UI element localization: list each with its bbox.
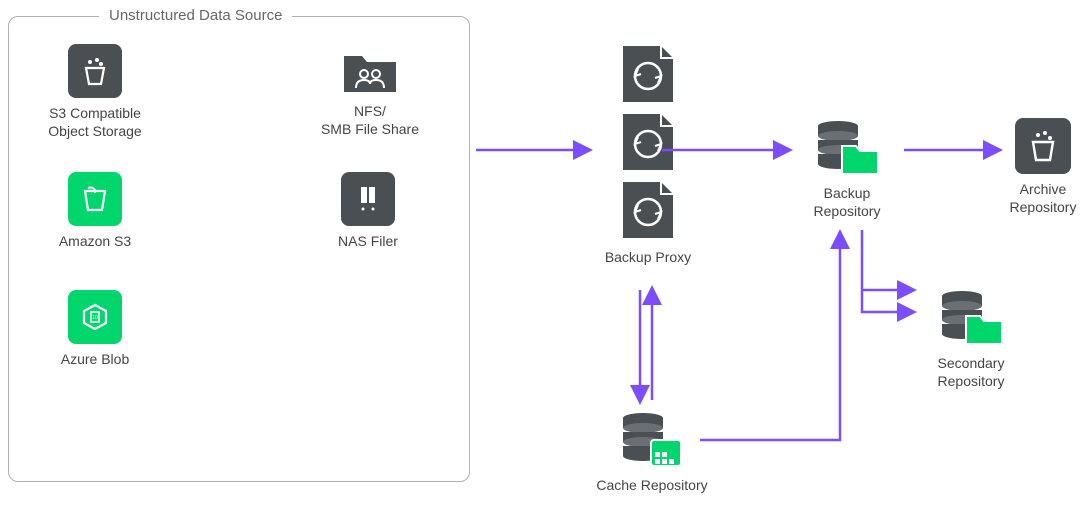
cacherepo-label: Cache Repository: [596, 476, 707, 494]
azure-blob-icon: 10: [68, 290, 122, 344]
node-archive-repository: Archive Repository: [998, 118, 1088, 216]
folder-people-icon: [340, 44, 400, 96]
nas-icon: [341, 172, 395, 226]
proxy-stack-icon: [617, 42, 679, 242]
amazons3-label: Amazon S3: [59, 232, 131, 250]
node-backup-proxy: Backup Proxy: [593, 42, 703, 266]
group-title: Unstructured Data Source: [99, 7, 292, 24]
backupproxy-label: Backup Proxy: [605, 248, 691, 266]
node-backup-repository: Backup Repository: [792, 116, 902, 220]
node-nfs-smb: NFS/ SMB File Share: [310, 44, 430, 138]
node-amazon-s3: Amazon S3: [55, 172, 135, 250]
bucket-icon: [68, 44, 122, 98]
repo-disks-folder-icon: [812, 116, 882, 178]
node-s3-compatible: S3 Compatible Object Storage: [30, 44, 160, 140]
node-azure-blob: 10 Azure Blob: [55, 290, 135, 368]
node-nas-filer: NAS Filer: [328, 172, 408, 250]
svg-text:10: 10: [92, 315, 98, 321]
archive-bucket-icon: [1015, 118, 1071, 174]
arrow-backuprepo-to-secondary: [862, 230, 912, 312]
secondary-repo-icon: [936, 286, 1006, 348]
s3-bucket-icon: [68, 172, 122, 226]
secondaryrepo-label: Secondary Repository: [938, 354, 1005, 390]
backuprepo-label: Backup Repository: [814, 184, 881, 220]
nfs-label: NFS/ SMB File Share: [321, 102, 419, 138]
node-cache-repository: Cache Repository: [582, 408, 722, 494]
nasfiler-label: NAS Filer: [338, 232, 398, 250]
cache-repo-icon: [617, 408, 687, 470]
s3compat-label: S3 Compatible Object Storage: [48, 104, 141, 140]
archiverepo-label: Archive Repository: [1010, 180, 1077, 216]
node-secondary-repository: Secondary Repository: [916, 286, 1026, 390]
azureblob-label: Azure Blob: [61, 350, 129, 368]
